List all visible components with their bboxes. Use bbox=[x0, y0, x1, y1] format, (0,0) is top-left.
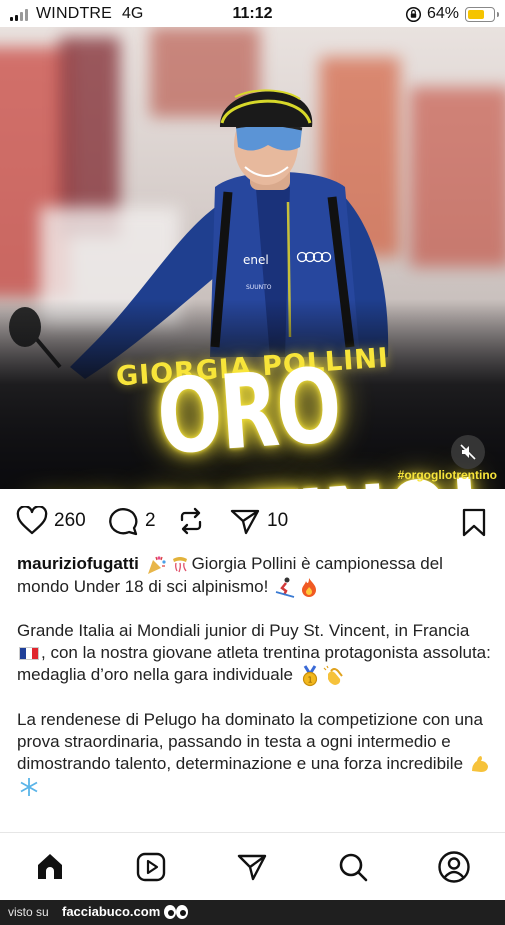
repost-icon bbox=[180, 507, 202, 535]
googly-eyes-icon bbox=[164, 905, 188, 919]
save-button[interactable] bbox=[461, 508, 487, 543]
send-icon bbox=[230, 509, 260, 535]
svg-text:enel: enel bbox=[243, 253, 269, 267]
battery-icon bbox=[465, 7, 499, 22]
watermark-site[interactable]: facciabuco.com bbox=[62, 904, 160, 919]
author-username[interactable]: mauriziofugatti bbox=[17, 554, 139, 573]
like-count: 260 bbox=[54, 510, 86, 531]
fire-icon bbox=[298, 576, 320, 598]
home-icon bbox=[38, 854, 62, 879]
flexed-biceps-icon bbox=[469, 753, 491, 775]
send-icon bbox=[237, 854, 267, 881]
post-image[interactable]: enel SUUNTO GIORGIA POLLINI ORO TRENTINO… bbox=[0, 27, 505, 489]
party-popper-icon bbox=[145, 554, 167, 576]
comment-icon bbox=[109, 508, 138, 536]
comment-button[interactable]: 2 bbox=[107, 506, 156, 536]
repost-button[interactable] bbox=[176, 506, 206, 536]
france-flag-icon bbox=[19, 647, 39, 661]
watermark-bar: visto su facciabuco.com bbox=[0, 900, 505, 925]
caption-paragraph-3: La rendenese di Pelugo ha dominato la co… bbox=[17, 709, 492, 798]
snowflake-icon bbox=[18, 776, 40, 798]
search-icon bbox=[339, 853, 368, 882]
mute-icon bbox=[460, 444, 476, 460]
nav-reels[interactable] bbox=[134, 850, 168, 884]
bookmark-icon bbox=[462, 508, 486, 537]
caption-paragraph-1: mauriziofugatti Giorgia Pollini è campio… bbox=[17, 553, 492, 598]
comment-count: 2 bbox=[145, 510, 156, 531]
orientation-lock-icon bbox=[405, 6, 422, 23]
svg-text:SUUNTO: SUUNTO bbox=[246, 284, 272, 291]
post-actions: 260 2 10 bbox=[0, 490, 505, 552]
share-button[interactable]: 10 bbox=[229, 506, 288, 536]
battery-percent: 64% bbox=[427, 5, 460, 22]
share-count: 10 bbox=[267, 510, 289, 531]
post-caption: mauriziofugatti Giorgia Pollini è campio… bbox=[17, 553, 492, 820]
reels-icon bbox=[136, 852, 166, 882]
gold-medal-icon: 1 bbox=[299, 664, 321, 687]
caption-text-2a: Grande Italia ai Mondiali junior di Puy … bbox=[17, 621, 470, 641]
watermark-prefix: visto su bbox=[8, 905, 49, 919]
heart-icon bbox=[16, 506, 48, 535]
caption-text-3: La rendenese di Pelugo ha dominato la co… bbox=[17, 709, 483, 773]
bottom-nav bbox=[0, 832, 505, 900]
clapping-hands-icon bbox=[323, 665, 345, 687]
like-button[interactable]: 260 bbox=[16, 506, 86, 536]
nav-profile[interactable] bbox=[437, 850, 471, 884]
nav-direct[interactable] bbox=[235, 850, 269, 884]
profile-icon bbox=[438, 851, 470, 883]
caption-text-2b: , con la nostra giovane atleta trentina … bbox=[17, 643, 491, 685]
caption-paragraph-2: Grande Italia ai Mondiali junior di Puy … bbox=[17, 620, 492, 687]
nav-home[interactable] bbox=[33, 850, 67, 884]
hashtag-text: #orgogliotrentino bbox=[397, 468, 497, 482]
confetti-icon bbox=[169, 554, 191, 576]
skier-icon bbox=[274, 576, 296, 598]
status-bar: WINDTRE 4G 11:12 64% bbox=[0, 0, 505, 30]
svg-text:1: 1 bbox=[307, 675, 312, 684]
mute-button[interactable] bbox=[451, 435, 485, 469]
nav-search[interactable] bbox=[336, 850, 370, 884]
